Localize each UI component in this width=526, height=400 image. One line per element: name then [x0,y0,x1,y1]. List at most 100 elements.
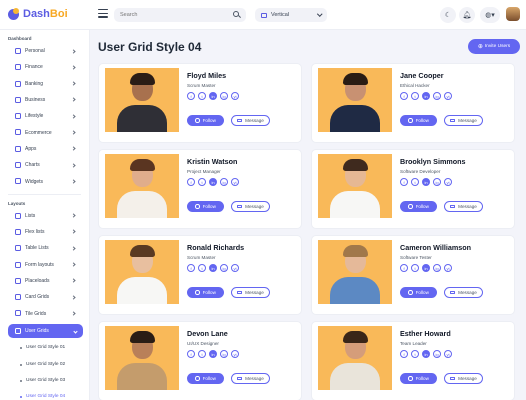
message-button[interactable]: Message [444,373,483,384]
follow-button[interactable]: Follow [400,373,437,384]
user-icon [15,48,21,54]
search-bar[interactable] [114,8,246,22]
user-name: Jane Cooper [400,71,444,80]
invite-users-button[interactable]: ⊕ Invite Users [468,39,520,54]
chevron-right-icon [71,262,76,267]
bell-icon[interactable]: 🔔︎ [459,7,475,23]
linkedin-icon[interactable]: in [209,264,217,272]
follow-label: Follow [415,290,429,295]
sidebar-item-business[interactable]: Business [0,92,89,108]
facebook-icon[interactable]: f [187,264,195,272]
facebook-icon[interactable]: f [187,350,195,358]
linkedin-icon[interactable]: in [422,350,430,358]
chevron-right-icon [71,48,76,54]
search-icon[interactable] [233,11,239,17]
sidebar-item-flex-lists[interactable]: Flex lists [0,224,89,240]
sidebar-item-table-lists[interactable]: Table Lists [0,240,89,256]
twitter-icon[interactable]: t [411,92,419,100]
message-button[interactable]: Message [444,201,483,212]
twitter-icon[interactable]: t [198,264,206,272]
facebook-icon[interactable]: f [187,92,195,100]
linkedin-icon[interactable]: in [422,92,430,100]
sidebar-item-widgets[interactable]: Widgets [0,173,89,189]
twitter-icon[interactable]: t [198,92,206,100]
user-avatar[interactable] [506,7,520,21]
facebook-icon[interactable]: f [400,350,408,358]
linkedin-icon[interactable]: in [422,178,430,186]
twitter-icon[interactable]: t [411,264,419,272]
sidebar-item-tile-grids[interactable]: Tile Grids [0,305,89,321]
youtube-icon[interactable]: yt [231,350,239,358]
globe-icon[interactable]: ◍▾ [480,7,500,23]
message-button[interactable]: Message [444,115,483,126]
list-icon [15,212,21,219]
follow-button[interactable]: Follow [400,115,437,126]
instagram-icon[interactable]: ig [220,350,228,358]
instagram-icon[interactable]: ig [433,92,441,100]
sidebar-item-personal[interactable]: Personal [0,43,89,59]
youtube-icon[interactable]: yt [444,350,452,358]
twitter-icon[interactable]: t [198,350,206,358]
instagram-icon[interactable]: ig [433,264,441,272]
facebook-icon[interactable]: f [187,178,195,186]
layout-select[interactable]: Vertical [255,8,327,22]
message-button[interactable]: Message [231,115,270,126]
youtube-icon[interactable]: yt [444,178,452,186]
youtube-icon[interactable]: yt [444,264,452,272]
menu-toggle-icon[interactable] [98,9,108,18]
sidebar-item-lists[interactable]: Lists [0,208,89,224]
sidebar-subitem-user-grid-style-3[interactable]: User Grid Style 03 [0,372,89,388]
follow-button[interactable]: Follow [400,287,437,298]
sidebar-item-finance[interactable]: Finance [0,59,89,75]
linkedin-icon[interactable]: in [209,178,217,186]
follow-button[interactable]: Follow [400,201,437,212]
instagram-icon[interactable]: ig [433,350,441,358]
instagram-icon[interactable]: ig [220,178,228,186]
moon-icon[interactable]: ☾ [440,7,456,23]
chevron-right-icon [71,146,76,151]
twitter-icon[interactable]: t [411,178,419,186]
twitter-icon[interactable]: t [411,350,419,358]
follow-button[interactable]: Follow [187,373,224,384]
sidebar-item-lifestyle[interactable]: Lifestyle [0,108,89,124]
instagram-icon[interactable]: ig [220,264,228,272]
chevron-right-icon [71,114,76,119]
linkedin-icon[interactable]: in [422,264,430,272]
instagram-icon[interactable]: ig [433,178,441,186]
facebook-icon[interactable]: f [400,264,408,272]
sidebar-item-banking[interactable]: Banking [0,76,89,92]
youtube-icon[interactable]: yt [231,178,239,186]
follow-button[interactable]: Follow [187,287,224,298]
brand-logo[interactable]: DashBoi [8,7,68,20]
facebook-icon[interactable]: f [400,178,408,186]
sidebar-item-form-layouts[interactable]: Form layouts [0,257,89,273]
linkedin-icon[interactable]: in [209,350,217,358]
sidebar-item-placeloads[interactable]: Placeloads [0,273,89,289]
facebook-icon[interactable]: f [400,92,408,100]
sidebar-subitem-user-grid-style-4[interactable]: User Grid Style 04 [0,389,89,400]
message-button[interactable]: Message [231,201,270,212]
briefcase-icon [15,96,21,103]
youtube-icon[interactable]: yt [444,92,452,100]
twitter-icon[interactable]: t [198,178,206,186]
message-button[interactable]: Message [231,373,270,384]
chevron-right-icon [71,97,76,103]
search-input[interactable] [120,12,220,18]
sidebar-item-ecommerce[interactable]: Ecommerce [0,124,89,140]
message-button[interactable]: Message [231,287,270,298]
youtube-icon[interactable]: yt [231,92,239,100]
sidebar-subitem-user-grid-style-2[interactable]: User Grid Style 02 [0,356,89,372]
sidebar-subitem-user-grid-style-1[interactable]: User Grid Style 01 [0,340,89,356]
sidebar-item-apps[interactable]: Apps [0,141,89,157]
youtube-icon[interactable]: yt [231,264,239,272]
sidebar-item-charts[interactable]: Charts [0,157,89,173]
sidebar-item-card-grids[interactable]: Card Grids [0,289,89,305]
linkedin-icon[interactable]: in [209,92,217,100]
follow-button[interactable]: Follow [187,201,224,212]
sidebar-item-user-grids[interactable]: User Grids [8,323,83,338]
follow-icon [408,376,413,381]
message-button[interactable]: Message [444,287,483,298]
instagram-icon[interactable]: ig [220,92,228,100]
sidebar-item-label: Lists [25,212,36,219]
follow-button[interactable]: Follow [187,115,224,126]
